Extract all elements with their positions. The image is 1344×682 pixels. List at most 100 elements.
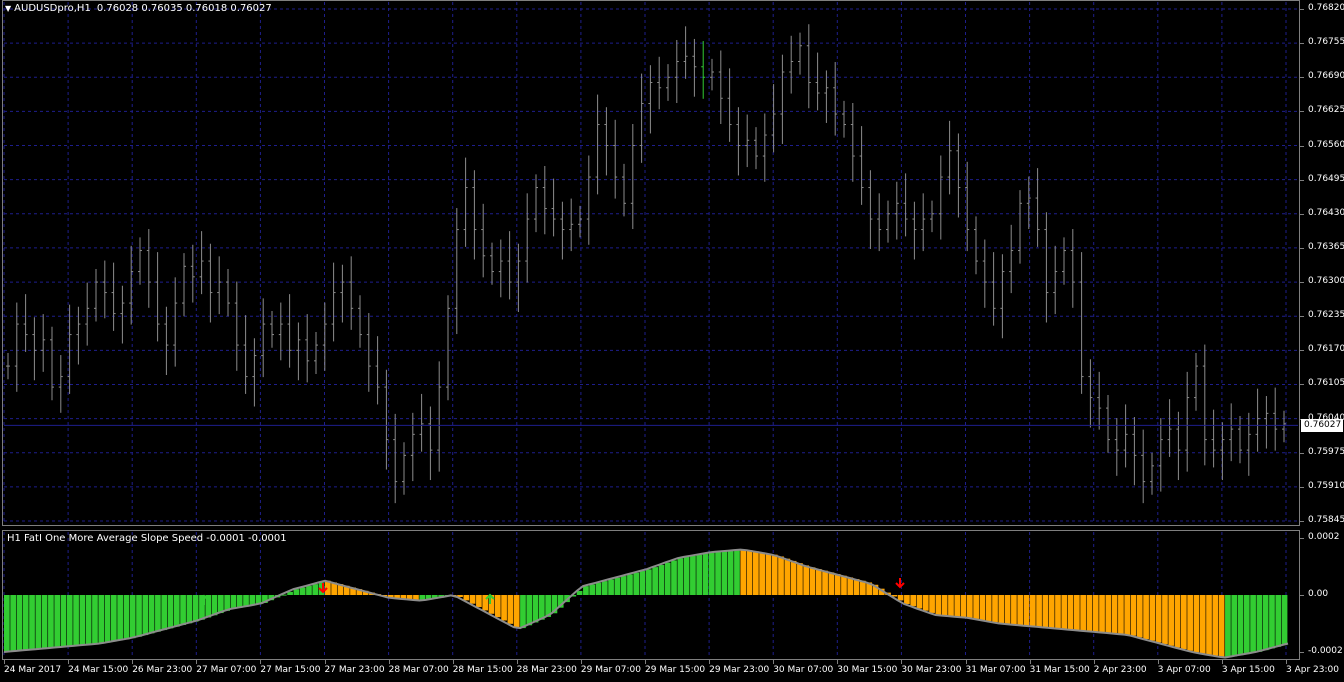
histogram-bar [526, 595, 533, 626]
histogram-bar [1042, 595, 1049, 628]
current-price-marker: 0.76027 [1301, 419, 1343, 433]
histogram-bar [1187, 595, 1193, 651]
time-tick-label: 27 Mar 15:00 [260, 665, 321, 675]
chart-window[interactable]: ▼ AUDUSDpro,H1 0.76028 0.76035 0.76018 0… [0, 0, 1344, 682]
price-tick [1300, 247, 1304, 249]
histogram-bar [985, 595, 992, 622]
histogram-bar [904, 595, 910, 604]
histogram-bar [753, 551, 759, 595]
histogram-bar [652, 567, 658, 595]
histogram-bar [1199, 595, 1206, 654]
time-tick-label: 24 Mar 15:00 [68, 665, 129, 675]
price-tick [1300, 145, 1304, 147]
histogram-bar [501, 595, 507, 621]
histogram-bar [702, 553, 709, 595]
time-tick [260, 660, 262, 664]
chart-canvas[interactable] [0, 0, 1344, 682]
histogram-bar [740, 549, 747, 595]
time-tick [324, 660, 326, 664]
histogram-bar [727, 550, 734, 595]
histogram-bar [614, 577, 621, 595]
histogram-bar [1231, 595, 1238, 657]
histogram-bar [1036, 595, 1042, 627]
indicator-tick [1300, 652, 1304, 653]
histogram-bar [734, 550, 740, 595]
histogram-bar [1118, 595, 1124, 635]
histogram-bar [922, 595, 929, 611]
histogram-bar [627, 574, 633, 595]
histogram-bar [841, 575, 847, 595]
price-tick-label: 0.75910 [1308, 480, 1344, 491]
time-tick [709, 660, 711, 664]
histogram-bar [117, 595, 123, 641]
price-tick [1300, 452, 1304, 454]
histogram-bar [142, 595, 149, 636]
histogram-bar [98, 595, 105, 644]
histogram-bar [180, 595, 186, 626]
histogram-bar [79, 595, 86, 646]
price-tick [1300, 111, 1304, 113]
histogram-bar [1143, 595, 1149, 640]
time-tick-label: 28 Mar 15:00 [452, 665, 513, 675]
histogram-bar [935, 595, 942, 616]
dropdown-triangle-icon[interactable]: ▼ [5, 4, 11, 13]
histogram-bar [60, 595, 67, 647]
time-tick [965, 660, 967, 664]
histogram-bar [954, 595, 961, 617]
histogram-bar [41, 595, 48, 649]
price-tick-label: 0.76625 [1308, 105, 1344, 116]
histogram-bar [589, 584, 596, 595]
histogram-bar [211, 595, 218, 616]
histogram-bar [948, 595, 954, 617]
price-tick-label: 0.76755 [1308, 37, 1344, 48]
histogram-bar [910, 595, 917, 607]
histogram-bar [715, 551, 721, 595]
histogram-bar [312, 584, 319, 595]
histogram-bar [1124, 595, 1131, 635]
histogram-bar [123, 595, 130, 640]
time-tick [1029, 660, 1031, 664]
histogram-bar [1111, 595, 1118, 634]
histogram-bar [721, 551, 728, 595]
histogram-bar [797, 563, 803, 595]
histogram-bar [148, 595, 155, 634]
time-tick [1093, 660, 1095, 664]
time-axis[interactable]: 24 Mar 2017 24 Mar 15:00 26 Mar 23:00 27 Ma… [0, 660, 1339, 682]
time-tick [132, 660, 134, 664]
histogram-bar [1174, 595, 1181, 648]
histogram-bar [677, 558, 684, 595]
time-tick-label: 2 Apr 23:00 [1093, 665, 1147, 675]
histogram-bar [979, 595, 986, 621]
indicator-tick-label: 0.0002 [1308, 532, 1340, 542]
time-tick-label: 3 Apr 23:00 [1286, 665, 1339, 675]
histogram-bar [1212, 595, 1219, 656]
histogram-bar [696, 554, 703, 595]
histogram-bar [1262, 595, 1269, 651]
histogram-bar [230, 595, 237, 609]
time-tick-label: 24 Mar 2017 [4, 665, 62, 675]
time-tick [196, 660, 198, 664]
histogram-bar [299, 587, 306, 595]
price-axis[interactable]: 0.76820 0.76755 0.76690 0.76625 0.76560 0.764… [1300, 0, 1344, 660]
histogram-bar [583, 586, 589, 595]
time-tick-label: 28 Mar 07:00 [388, 665, 449, 675]
histogram-bar [16, 595, 23, 651]
time-tick [4, 660, 5, 664]
histogram-bar [1162, 595, 1168, 645]
histogram-bar [847, 577, 854, 595]
histogram-bar [620, 576, 627, 595]
histogram-bar [683, 556, 690, 595]
price-tick [1300, 282, 1304, 284]
histogram-bar [66, 595, 73, 647]
price-tick [1300, 213, 1304, 215]
time-tick [1286, 660, 1287, 664]
price-tick [1300, 350, 1304, 352]
time-tick-label: 29 Mar 23:00 [709, 665, 770, 675]
histogram-bar [111, 595, 117, 642]
time-tick [452, 660, 454, 664]
histogram-bar [1155, 595, 1162, 643]
histogram-bar [73, 595, 79, 646]
indicator-title: H1 FatI One More Average Slope Speed -0.… [7, 533, 287, 544]
histogram-bar [186, 595, 193, 624]
symbol-label: AUDUSDpro,H1 [14, 3, 91, 14]
